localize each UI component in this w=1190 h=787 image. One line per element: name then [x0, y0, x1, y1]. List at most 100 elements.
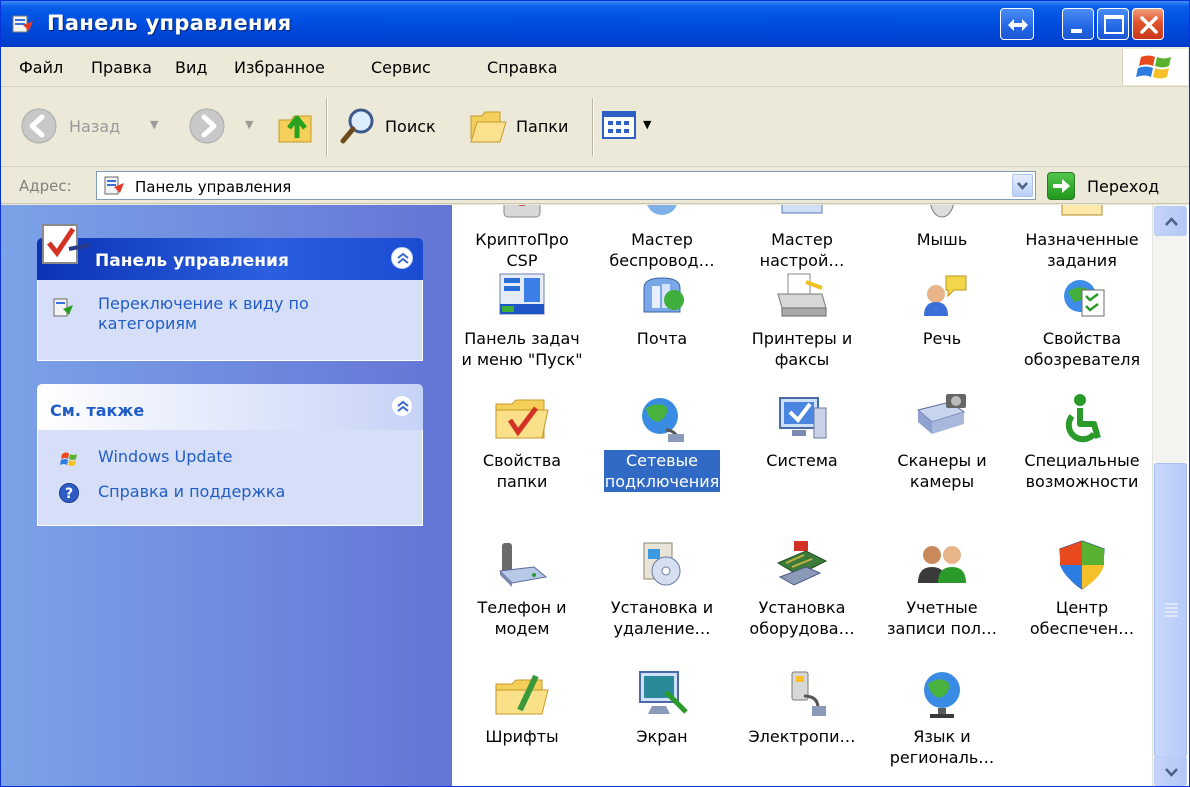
control-panel-item[interactable]: Телефон и модем	[452, 537, 592, 639]
resize-button[interactable]	[1000, 8, 1034, 40]
display-icon	[639, 671, 688, 714]
control-panel-item[interactable]: Назначенные задания	[1012, 205, 1152, 271]
section-title: См. также	[50, 401, 145, 420]
folders-label: Папки	[516, 117, 569, 136]
control-panel-icon	[12, 15, 33, 33]
address-dropdown-button[interactable]	[1012, 174, 1033, 197]
scroll-thumb[interactable]	[1154, 463, 1187, 757]
toolbar-separator	[592, 98, 594, 156]
items-view: КриптоПро CSP Мастер беспровод… Мастер нас…	[452, 205, 1189, 786]
address-bar: Адрес: Панель управления Переход	[1, 168, 1189, 204]
switch-view-icon	[53, 298, 73, 317]
control-panel-item[interactable]: Установка оборудова…	[732, 537, 872, 639]
item-label: Экран	[636, 727, 688, 746]
control-panel-item[interactable]: Панель задач и меню "Пуск"	[452, 268, 592, 370]
item-label: Назначенные задания	[1025, 230, 1139, 270]
control-panel-item[interactable]: Язык и региональ…	[872, 666, 1012, 768]
back-label: Назад	[69, 117, 121, 136]
toolbar: Назад ▼ ▼ Поиск Папки ▼	[1, 88, 1189, 167]
control-panel-item[interactable]: Мышь	[872, 205, 1012, 250]
item-label: Панель задач и меню "Пуск"	[461, 329, 583, 369]
menu-view[interactable]: Вид	[175, 58, 207, 77]
control-panel-item[interactable]: Свойства папки	[452, 390, 592, 492]
control-panel-item[interactable]: Почта	[592, 268, 732, 349]
chevron-down-icon	[1165, 768, 1178, 777]
control-panel-item[interactable]: Мастер настрой…	[732, 205, 872, 271]
item-label: Система	[766, 451, 838, 470]
menu-file[interactable]: Файл	[19, 58, 63, 77]
address-field[interactable]: Панель управления	[96, 171, 1036, 200]
minimize-button[interactable]	[1062, 8, 1094, 40]
scroll-down-button[interactable]	[1154, 756, 1187, 786]
control-panel-item[interactable]: Экран	[592, 666, 732, 747]
cryptopro-icon	[503, 205, 541, 218]
collapse-chevron-icon[interactable]	[391, 247, 413, 269]
control-panel-item[interactable]: Речь	[872, 268, 1012, 349]
menu-edit[interactable]: Правка	[91, 58, 152, 77]
control-panel-item[interactable]: Шрифты	[452, 666, 592, 747]
control-panel-section-header[interactable]: Панель управления	[37, 238, 423, 280]
control-panel-item[interactable]: Специальные возможности	[1012, 390, 1152, 492]
windows-logo	[1122, 49, 1188, 85]
scheduled-tasks-icon	[1061, 205, 1103, 216]
item-label: КриптоПро CSP	[475, 230, 569, 270]
item-label: Почта	[636, 329, 688, 348]
views-icon	[602, 111, 636, 139]
item-label: Сетевые подключения	[603, 450, 721, 492]
item-label: Свойства папки	[482, 451, 562, 491]
scroll-up-button[interactable]	[1154, 206, 1187, 236]
vertical-scrollbar[interactable]	[1152, 205, 1187, 786]
menu-help[interactable]: Справка	[487, 58, 558, 77]
menu-tools[interactable]: Сервис	[371, 58, 431, 77]
control-panel-item[interactable]: Установка и удаление…	[592, 537, 732, 639]
go-arrow-icon	[1053, 179, 1070, 193]
back-button[interactable]: Назад ▼	[19, 106, 169, 148]
printer-icon	[777, 273, 827, 317]
control-panel-item[interactable]: Центр обеспечен…	[1012, 537, 1152, 639]
control-panel-item[interactable]: Электропи…	[732, 666, 872, 747]
item-label: Установка и удаление…	[610, 598, 714, 638]
control-panel-item[interactable]: Принтеры и факсы	[732, 268, 872, 370]
help-support-link[interactable]: Справка и поддержка	[98, 482, 285, 501]
control-panel-item[interactable]: Сетевые подключения	[592, 390, 732, 492]
accessibility-icon	[1065, 394, 1101, 443]
control-panel-item[interactable]: Система	[732, 390, 872, 471]
control-panel-item[interactable]: Сканеры и камеры	[872, 390, 1012, 492]
scanner-icon	[916, 394, 966, 434]
control-panel-item[interactable]: Учетные записи пол…	[872, 537, 1012, 639]
item-label: Принтеры и факсы	[751, 329, 853, 369]
window-title: Панель управления	[47, 11, 292, 35]
windows-update-icon	[60, 452, 77, 466]
help-icon: ?	[59, 483, 79, 503]
control-panel-item[interactable]: Мастер беспровод…	[592, 205, 732, 271]
search-icon	[340, 108, 374, 144]
mouse-icon	[930, 205, 954, 218]
views-button[interactable]: ▼	[602, 110, 668, 144]
explorer-window: Панель управления Файл Правка Вид Избран…	[0, 0, 1190, 787]
close-button[interactable]	[1132, 8, 1164, 40]
search-button[interactable]: Поиск	[338, 104, 458, 148]
dropdown-arrow-icon: ▼	[245, 118, 254, 131]
go-button[interactable]	[1047, 172, 1075, 200]
control-panel-item[interactable]: КриптоПро CSP	[452, 205, 592, 271]
title-bar[interactable]: Панель управления	[1, 1, 1189, 47]
dropdown-arrow-icon: ▼	[643, 118, 652, 131]
internet-options-icon	[1064, 280, 1105, 317]
phone-modem-icon	[498, 543, 548, 587]
mail-icon	[643, 277, 684, 313]
system-icon	[779, 397, 827, 439]
menu-favorites[interactable]: Избранное	[234, 58, 325, 77]
see-also-section-header[interactable]: См. также	[37, 384, 423, 430]
maximize-button[interactable]	[1097, 8, 1129, 40]
control-panel-section-body: Переключение к виду по категориям	[37, 280, 423, 361]
chevron-up-icon	[1165, 217, 1178, 226]
folders-button[interactable]: Папки	[468, 104, 588, 148]
switch-view-link[interactable]: Переключение к виду по категориям	[98, 294, 309, 334]
go-label[interactable]: Переход	[1087, 177, 1159, 196]
windows-update-link[interactable]: Windows Update	[98, 447, 232, 466]
forward-button[interactable]: ▼	[187, 106, 263, 148]
collapse-chevron-icon[interactable]	[391, 395, 413, 417]
up-folder-button[interactable]	[275, 104, 319, 148]
user-accounts-icon	[918, 546, 966, 583]
control-panel-item[interactable]: Свойства обозревателя	[1012, 268, 1152, 370]
